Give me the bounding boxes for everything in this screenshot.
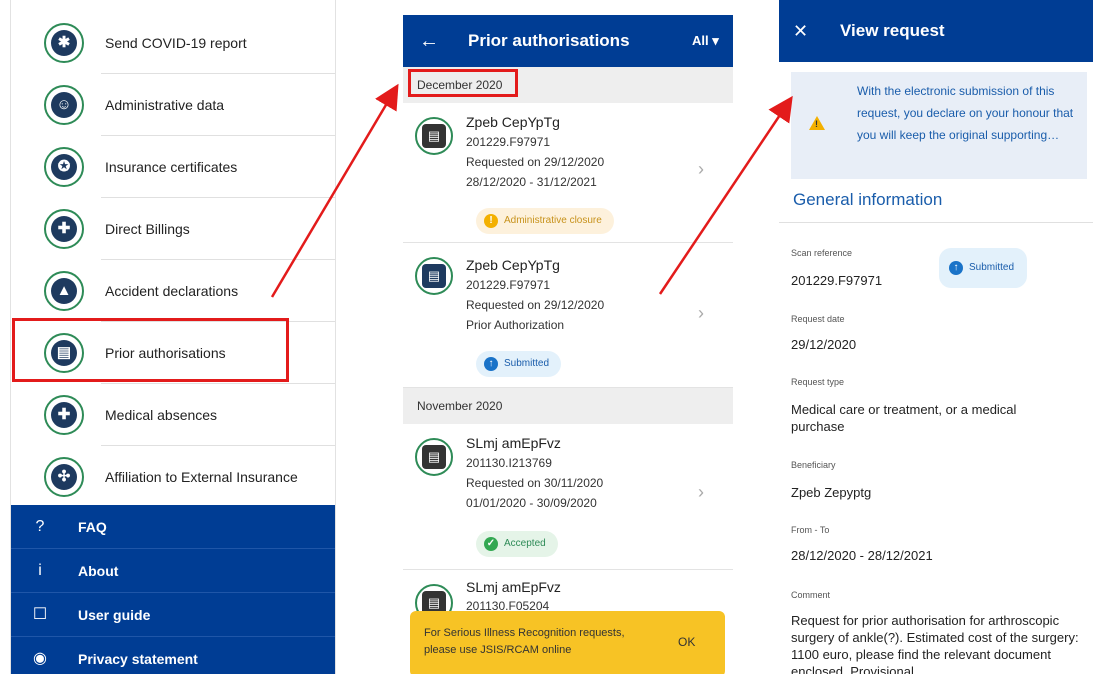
annotation-arrows (270, 83, 793, 298)
arrow-list-to-detail (658, 95, 793, 295)
arrow-menu-to-list (270, 83, 399, 298)
